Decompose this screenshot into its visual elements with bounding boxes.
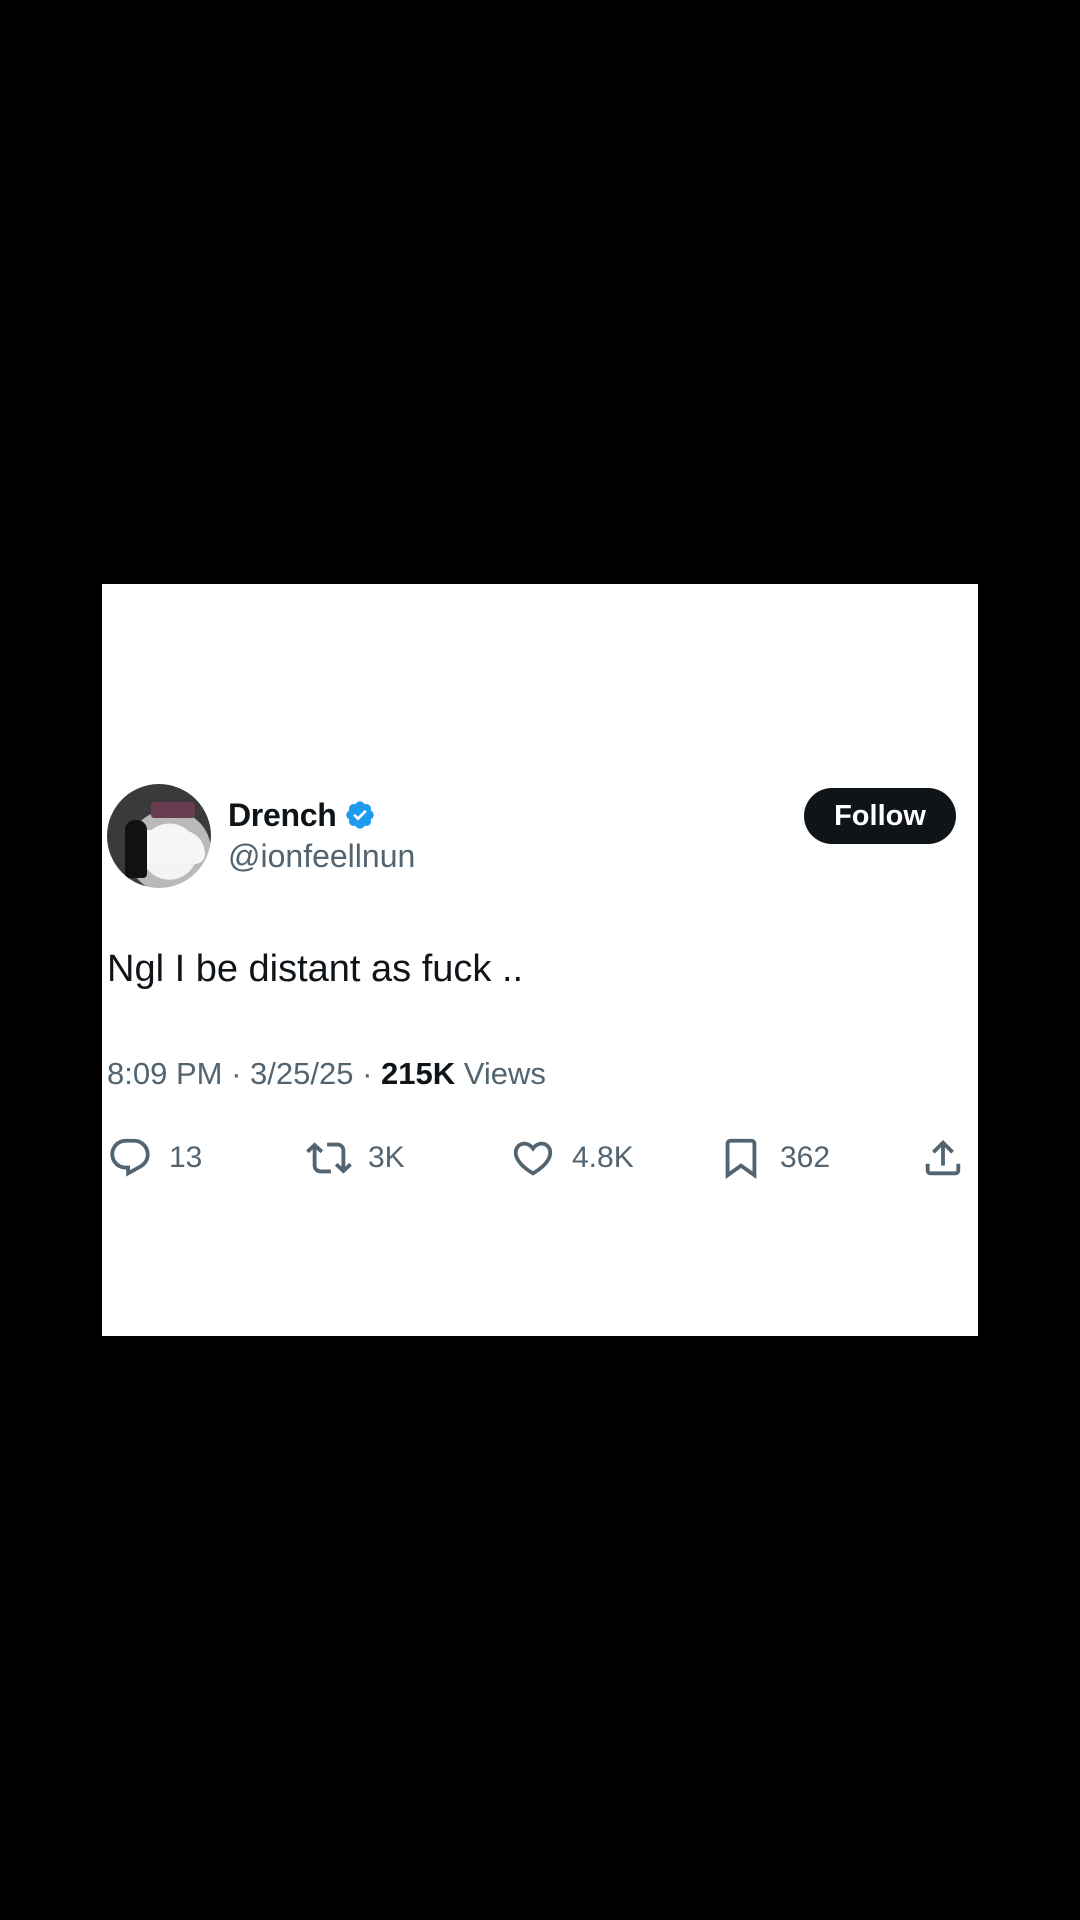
- reply-button[interactable]: 13: [107, 1128, 202, 1188]
- reply-count: 13: [169, 1141, 203, 1174]
- views-count: 215K: [381, 1056, 456, 1091]
- author-name-row[interactable]: Drench: [228, 794, 376, 836]
- tweet-date[interactable]: 3/25/25: [250, 1056, 353, 1091]
- like-count: 4.8K: [572, 1141, 634, 1174]
- share-icon: [925, 1139, 961, 1176]
- heart-icon: [513, 1141, 553, 1176]
- share-button[interactable]: [920, 1128, 966, 1188]
- tweet-text: Ngl I be distant as fuck ..: [107, 948, 524, 990]
- reply-icon: [110, 1138, 150, 1177]
- follow-button[interactable]: Follow: [804, 788, 956, 844]
- bookmark-button[interactable]: 362: [718, 1128, 830, 1188]
- display-name[interactable]: Drench: [228, 797, 337, 834]
- bookmark-count: 362: [780, 1141, 831, 1174]
- author-handle[interactable]: @ionfeellnun: [228, 838, 415, 875]
- repost-button[interactable]: 3K: [306, 1128, 405, 1188]
- repost-icon: [306, 1142, 352, 1174]
- like-button[interactable]: 4.8K: [510, 1128, 634, 1188]
- meta-separator: ·: [231, 1056, 242, 1091]
- tweet-time[interactable]: 8:09 PM: [107, 1056, 222, 1091]
- action-bar: 13 3K 4.8K 362: [102, 1128, 978, 1188]
- meta-separator: ·: [362, 1056, 373, 1091]
- repost-count: 3K: [368, 1141, 405, 1174]
- bookmark-icon: [725, 1138, 757, 1179]
- avatar[interactable]: [107, 784, 211, 888]
- verified-badge-icon: [346, 801, 375, 829]
- tweet-meta: 8:09 PM · 3/25/25 · 215K Views: [107, 1056, 546, 1092]
- views-label: Views: [463, 1056, 546, 1091]
- tweet-card: Drench @ionfeellnun Follow Ngl I be dist…: [102, 584, 978, 1336]
- avatar-background-sign: [151, 802, 195, 818]
- avatar-person: [125, 820, 147, 878]
